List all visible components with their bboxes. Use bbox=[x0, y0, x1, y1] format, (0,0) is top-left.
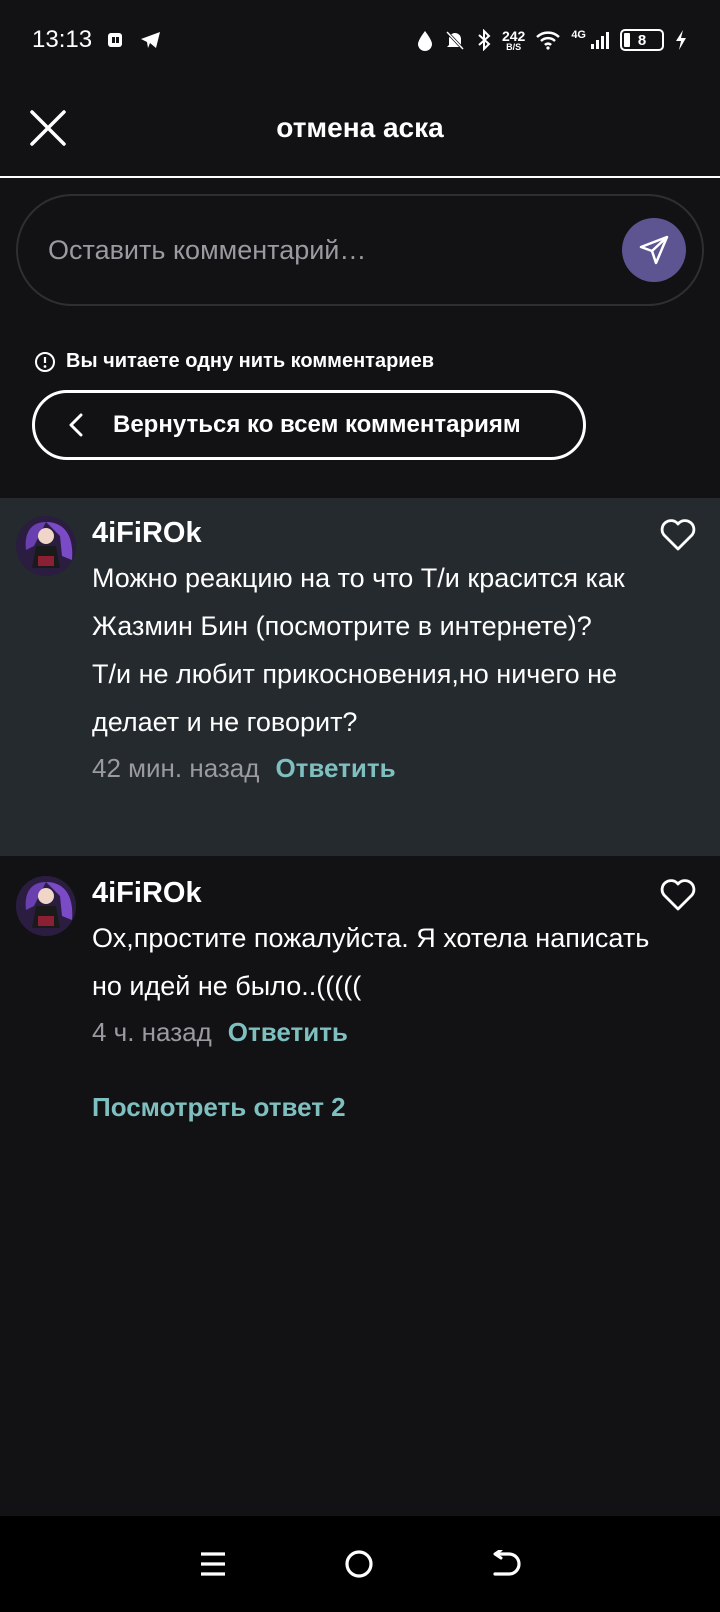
signal-icon bbox=[591, 32, 609, 49]
avatar[interactable] bbox=[16, 516, 76, 576]
mute-icon bbox=[445, 30, 465, 51]
wifi-icon bbox=[536, 31, 561, 50]
battery-level: 8 bbox=[637, 31, 647, 49]
system-nav-bar bbox=[0, 1516, 720, 1612]
comment-meta: 42 мин. назад Ответить bbox=[92, 746, 720, 790]
battery-icon: 8 bbox=[620, 29, 664, 51]
comment-text: Ох,простите пожалуйста. Я хотела написат… bbox=[92, 923, 650, 1001]
comment-time: 4 ч. назад bbox=[92, 1017, 212, 1047]
back-to-all-comments-button[interactable]: Вернуться ко всем комментариям bbox=[32, 390, 586, 460]
avatar[interactable] bbox=[16, 876, 76, 936]
comment-item: 4iFiROk Ох,простите пожалуйста. Я хотела… bbox=[0, 858, 720, 1058]
heart-icon[interactable] bbox=[660, 518, 696, 552]
network-speed: 242 B/S bbox=[501, 27, 526, 52]
comment-author[interactable]: 4iFiROk bbox=[92, 874, 720, 912]
comment-meta: 4 ч. назад Ответить bbox=[92, 1010, 720, 1054]
send-icon bbox=[639, 235, 669, 265]
drop-icon bbox=[417, 31, 432, 51]
menu-icon[interactable] bbox=[199, 1550, 227, 1578]
header: отмена аска bbox=[0, 80, 720, 178]
heart-icon[interactable] bbox=[660, 878, 696, 912]
status-bar: 13:13 242 B/S 4G 8 bbox=[0, 0, 720, 80]
bluetooth-icon bbox=[478, 29, 491, 51]
chevron-left-icon bbox=[69, 413, 83, 437]
thread-note-text: Вы читаете одну нить комментариев bbox=[66, 350, 435, 372]
app-icon bbox=[108, 33, 123, 47]
thread-note: Вы читаете одну нить комментариев bbox=[34, 350, 434, 373]
reply-button[interactable]: Ответить bbox=[228, 1010, 348, 1054]
send-button[interactable] bbox=[622, 218, 686, 282]
network-type: 4G bbox=[571, 29, 586, 41]
back-icon[interactable] bbox=[491, 1550, 521, 1578]
comment-input[interactable] bbox=[48, 234, 588, 266]
page-title: отмена аска bbox=[276, 112, 444, 143]
info-icon bbox=[35, 351, 55, 372]
status-time: 13:13 bbox=[32, 26, 93, 53]
comment-text: Можно реакцию на то что Т/и красится как… bbox=[92, 563, 625, 737]
comment-item: 4iFiROk Можно реакцию на то что Т/и крас… bbox=[0, 498, 720, 856]
charging-icon bbox=[676, 30, 686, 50]
view-replies-link[interactable]: Посмотреть ответ 2 bbox=[92, 1092, 346, 1123]
telegram-icon bbox=[141, 32, 161, 48]
comment-author[interactable]: 4iFiROk bbox=[92, 514, 720, 552]
back-button-label: Вернуться ко всем комментариям bbox=[113, 411, 521, 438]
comment-input-container bbox=[16, 194, 704, 306]
close-icon[interactable] bbox=[28, 108, 68, 148]
home-icon[interactable] bbox=[344, 1549, 374, 1579]
reply-button[interactable]: Ответить bbox=[275, 746, 395, 790]
comment-time: 42 мин. назад bbox=[92, 753, 260, 783]
